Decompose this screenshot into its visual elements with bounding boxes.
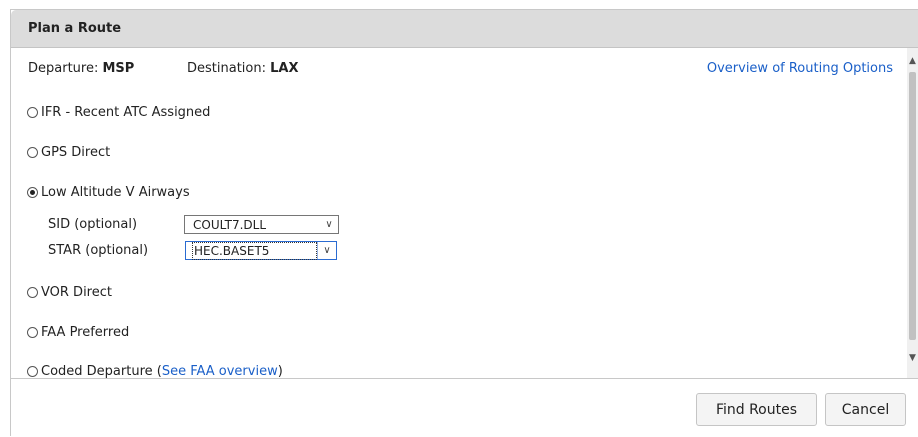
option-label-suffix: ) — [277, 364, 283, 379]
scroll-down-icon[interactable]: ▼ — [907, 353, 918, 363]
find-routes-button[interactable]: Find Routes — [696, 393, 817, 426]
option-label: IFR - Recent ATC Assigned — [41, 105, 211, 120]
option-label: Low Altitude V Airways — [41, 185, 190, 200]
departure-label: Departure: — [28, 61, 99, 76]
radio-button[interactable] — [27, 366, 38, 377]
option-label: FAA Preferred — [41, 325, 130, 340]
option-low-altitude-v-airways[interactable]: Low Altitude V Airways — [27, 185, 190, 200]
option-label: Coded Departure ( — [41, 364, 162, 379]
option-label: GPS Direct — [41, 145, 111, 160]
dialog-footer: Find Routes Cancel — [11, 378, 918, 437]
chevron-down-icon: ∨ — [317, 242, 336, 259]
option-gps-direct[interactable]: GPS Direct — [27, 145, 110, 160]
radio-button[interactable] — [27, 107, 38, 118]
scrollbar-thumb[interactable] — [909, 72, 916, 340]
star-label: STAR (optional) — [48, 243, 149, 258]
radio-button[interactable] — [27, 327, 38, 338]
star-value: HEC.BASET5 — [192, 241, 317, 260]
star-select[interactable]: HEC.BASET5 ∨ — [185, 241, 337, 260]
option-ifr-recent[interactable]: IFR - Recent ATC Assigned — [27, 105, 210, 120]
sid-value: COULT7.DLL — [193, 217, 267, 232]
vertical-scrollbar[interactable]: ▲ ▼ — [907, 48, 918, 378]
routing-options-overview-link[interactable]: Overview of Routing Options — [707, 61, 893, 76]
radio-button-selected[interactable] — [27, 187, 38, 198]
faa-overview-link[interactable]: See FAA overview — [162, 364, 278, 379]
dialog-titlebar: Plan a Route — [11, 10, 918, 48]
cancel-button[interactable]: Cancel — [825, 393, 906, 426]
radio-button[interactable] — [27, 287, 38, 298]
destination-label: Destination: — [187, 61, 266, 76]
sid-select[interactable]: COULT7.DLL ∨ — [184, 215, 339, 234]
destination-info: Destination: LAX — [187, 61, 299, 76]
radio-button[interactable] — [27, 147, 38, 158]
sid-label: SID (optional) — [48, 217, 138, 232]
dialog-content: Departure: MSP Destination: LAX Overview… — [11, 48, 907, 379]
plan-route-dialog: Plan a Route Departure: MSP Destination:… — [10, 9, 918, 436]
departure-info: Departure: MSP — [28, 61, 134, 76]
departure-value: MSP — [102, 61, 135, 76]
option-label: VOR Direct — [41, 285, 112, 300]
option-coded-departure[interactable]: Coded Departure (See FAA overview) — [27, 364, 283, 379]
option-vor-direct[interactable]: VOR Direct — [27, 285, 112, 300]
scroll-up-icon[interactable]: ▲ — [907, 56, 918, 66]
option-faa-preferred[interactable]: FAA Preferred — [27, 325, 129, 340]
destination-value: LAX — [270, 61, 299, 76]
dialog-title: Plan a Route — [28, 21, 122, 36]
chevron-down-icon: ∨ — [325, 219, 333, 230]
radio-dot — [30, 190, 35, 195]
